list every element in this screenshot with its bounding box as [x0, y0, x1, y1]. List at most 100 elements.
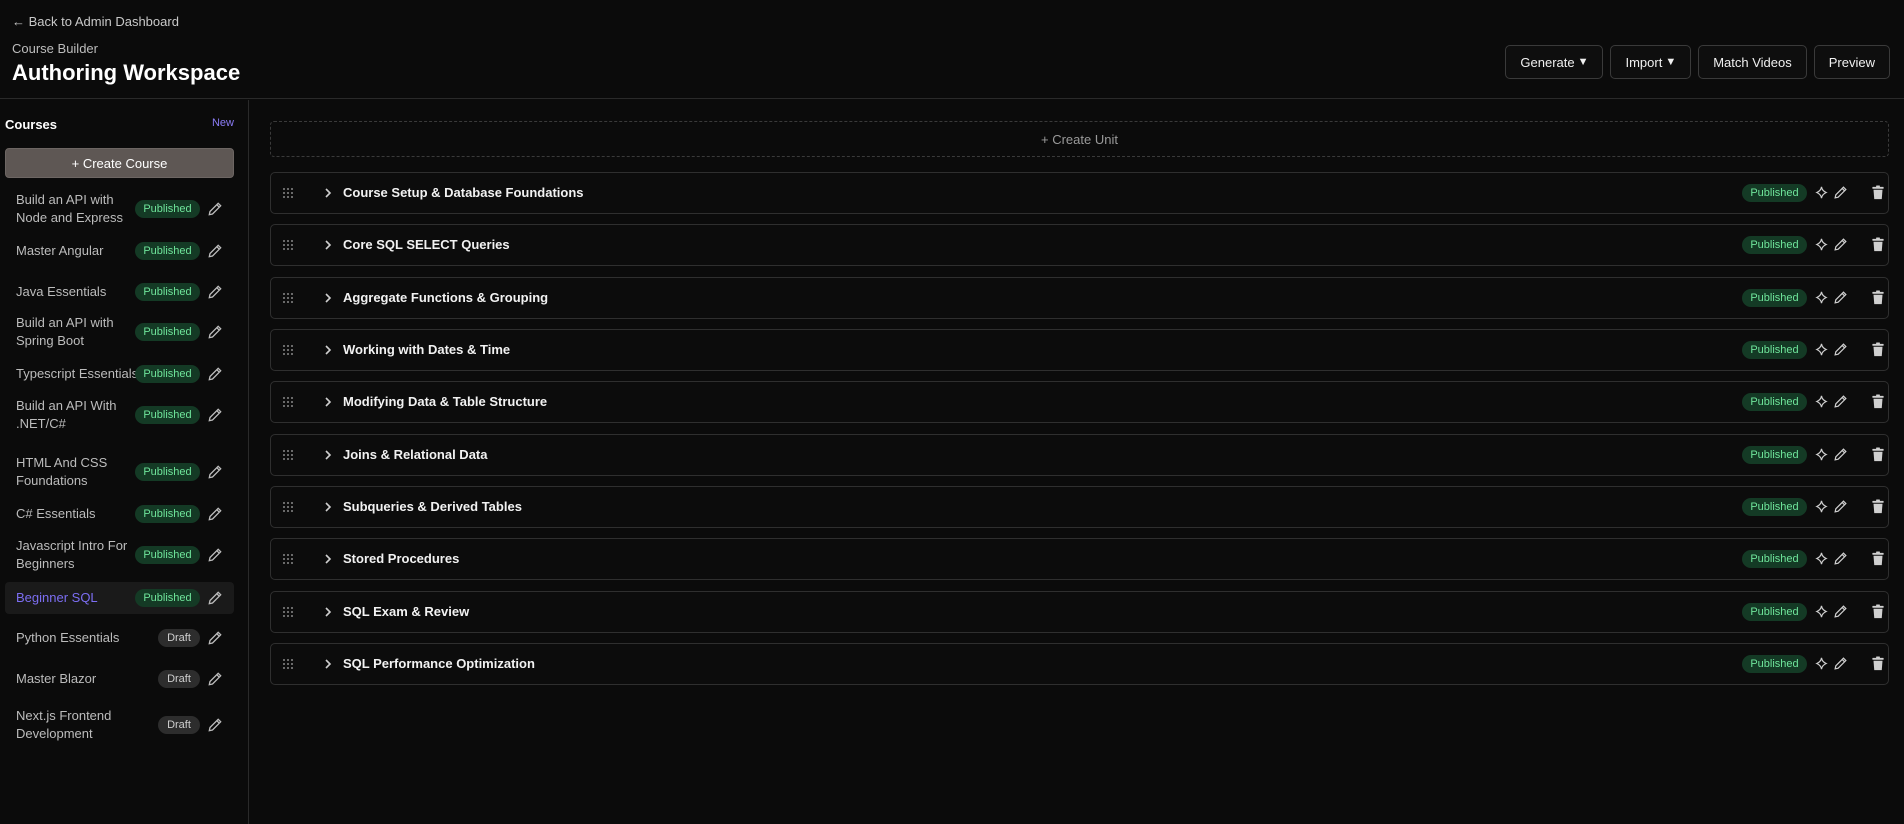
sparkle-icon[interactable]: [1814, 237, 1829, 252]
unit-row[interactable]: Course Setup & Database Foundations Publi…: [270, 172, 1889, 214]
edit-pencil-icon[interactable]: [1833, 342, 1848, 357]
drag-handle-icon[interactable]: [281, 448, 295, 462]
import-button[interactable]: Import ▼: [1610, 45, 1692, 79]
create-course-button[interactable]: + Create Course: [5, 148, 234, 178]
edit-pencil-icon[interactable]: [1833, 394, 1848, 409]
chevron-right-icon[interactable]: [321, 657, 335, 671]
drag-handle-icon[interactable]: [281, 186, 295, 200]
sparkle-icon[interactable]: [1814, 499, 1829, 514]
preview-button[interactable]: Preview: [1813, 45, 1890, 79]
unit-row[interactable]: Stored Procedures Published: [270, 538, 1889, 580]
trash-icon[interactable]: [1871, 499, 1885, 514]
status-badge: Published: [1742, 341, 1807, 359]
edit-pencil-icon[interactable]: [207, 284, 223, 300]
chevron-right-icon[interactable]: [321, 291, 335, 305]
edit-pencil-icon[interactable]: [207, 243, 223, 259]
chevron-right-icon[interactable]: [321, 448, 335, 462]
edit-pencil-icon[interactable]: [207, 366, 223, 382]
drag-handle-icon[interactable]: [281, 343, 295, 357]
trash-icon[interactable]: [1871, 394, 1885, 409]
unit-row[interactable]: Core SQL SELECT Queries Published: [270, 224, 1889, 266]
course-item[interactable]: Beginner SQL Published: [5, 582, 234, 614]
back-to-admin-link[interactable]: ← Back to Admin Dashboard: [12, 14, 179, 29]
sparkle-icon[interactable]: [1814, 185, 1829, 200]
drag-handle-icon[interactable]: [281, 552, 295, 566]
drag-handle-icon[interactable]: [281, 238, 295, 252]
edit-pencil-icon[interactable]: [207, 201, 223, 217]
edit-pencil-icon[interactable]: [1833, 447, 1848, 462]
sparkle-icon[interactable]: [1814, 342, 1829, 357]
drag-handle-icon[interactable]: [281, 657, 295, 671]
course-item[interactable]: Next.js Frontend Development Draft: [5, 702, 234, 748]
unit-row[interactable]: Modifying Data & Table Structure Publishe…: [270, 381, 1889, 423]
edit-pencil-icon[interactable]: [207, 630, 223, 646]
sidebar-header: Courses New: [5, 117, 234, 132]
course-item[interactable]: Build an API With .NET/C# Published: [5, 392, 234, 438]
match-videos-button[interactable]: Match Videos: [1698, 45, 1807, 79]
create-unit-button[interactable]: + Create Unit: [270, 121, 1889, 157]
course-item[interactable]: HTML And CSS Foundations Published: [5, 449, 234, 495]
chevron-right-icon[interactable]: [321, 605, 335, 619]
course-item[interactable]: Python Essentials Draft: [5, 623, 234, 653]
course-item[interactable]: Master Blazor Draft: [5, 664, 234, 694]
drag-handle-icon[interactable]: [281, 291, 295, 305]
edit-pencil-icon[interactable]: [207, 407, 223, 423]
unit-row[interactable]: Working with Dates & Time Published: [270, 329, 1889, 371]
edit-pencil-icon[interactable]: [1833, 656, 1848, 671]
course-item[interactable]: Java Essentials Published: [5, 277, 234, 307]
status-badge: Published: [1742, 550, 1807, 568]
edit-pencil-icon[interactable]: [207, 506, 223, 522]
unit-row[interactable]: Subqueries & Derived Tables Published: [270, 486, 1889, 528]
chevron-right-icon[interactable]: [321, 552, 335, 566]
sparkle-icon[interactable]: [1814, 551, 1829, 566]
edit-pencil-icon[interactable]: [207, 590, 223, 606]
sparkle-icon[interactable]: [1814, 656, 1829, 671]
unit-row[interactable]: SQL Performance Optimization Published: [270, 643, 1889, 685]
chevron-right-icon[interactable]: [321, 238, 335, 252]
edit-pencil-icon[interactable]: [1833, 499, 1848, 514]
course-item[interactable]: Master Angular Published: [5, 236, 234, 266]
trash-icon[interactable]: [1871, 447, 1885, 462]
status-badge: Published: [1742, 289, 1807, 307]
trash-icon[interactable]: [1871, 185, 1885, 200]
course-item[interactable]: Javascript Intro For Beginners Published: [5, 532, 234, 578]
edit-pencil-icon[interactable]: [207, 717, 223, 733]
trash-icon[interactable]: [1871, 656, 1885, 671]
unit-row[interactable]: SQL Exam & Review Published: [270, 591, 1889, 633]
edit-pencil-icon[interactable]: [1833, 185, 1848, 200]
unit-row[interactable]: Aggregate Functions & Grouping Published: [270, 277, 1889, 319]
drag-handle-icon[interactable]: [281, 500, 295, 514]
trash-icon[interactable]: [1871, 342, 1885, 357]
course-item[interactable]: Typescript Essentials Published: [5, 359, 234, 389]
generate-button[interactable]: Generate ▼: [1505, 45, 1604, 79]
chevron-right-icon[interactable]: [321, 343, 335, 357]
course-item[interactable]: Build an API with Spring Boot Published: [5, 309, 234, 355]
sparkle-icon[interactable]: [1814, 290, 1829, 305]
sparkle-icon[interactable]: [1814, 394, 1829, 409]
trash-icon[interactable]: [1871, 237, 1885, 252]
sparkle-icon[interactable]: [1814, 604, 1829, 619]
new-course-link[interactable]: New: [212, 117, 234, 132]
edit-pencil-icon[interactable]: [207, 671, 223, 687]
status-badge: Published: [135, 283, 200, 301]
edit-pencil-icon[interactable]: [207, 464, 223, 480]
chevron-right-icon[interactable]: [321, 186, 335, 200]
edit-pencil-icon[interactable]: [1833, 604, 1848, 619]
trash-icon[interactable]: [1871, 290, 1885, 305]
course-item[interactable]: Build an API with Node and Express Publis…: [5, 186, 234, 232]
course-item[interactable]: C# Essentials Published: [5, 499, 234, 529]
chevron-right-icon[interactable]: [321, 500, 335, 514]
drag-handle-icon[interactable]: [281, 395, 295, 409]
drag-handle-icon[interactable]: [281, 605, 295, 619]
unit-title: Core SQL SELECT Queries: [343, 237, 510, 252]
edit-pencil-icon[interactable]: [207, 324, 223, 340]
chevron-right-icon[interactable]: [321, 395, 335, 409]
edit-pencil-icon[interactable]: [1833, 551, 1848, 566]
edit-pencil-icon[interactable]: [207, 547, 223, 563]
trash-icon[interactable]: [1871, 551, 1885, 566]
edit-pencil-icon[interactable]: [1833, 290, 1848, 305]
unit-row[interactable]: Joins & Relational Data Published: [270, 434, 1889, 476]
sparkle-icon[interactable]: [1814, 447, 1829, 462]
trash-icon[interactable]: [1871, 604, 1885, 619]
edit-pencil-icon[interactable]: [1833, 237, 1848, 252]
